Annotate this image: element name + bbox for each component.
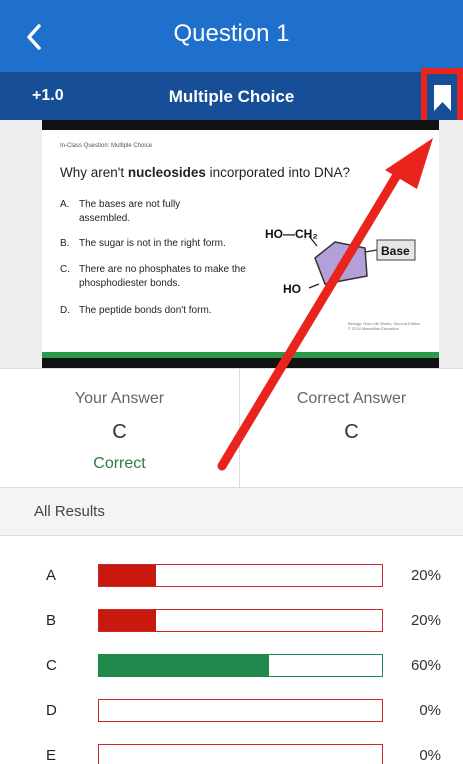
result-percent: 0% [419,702,441,719]
result-row: E 0% [0,743,463,764]
option-letter: C. [60,264,70,275]
answer-summary: Your Answer C Correct Correct Answer C [0,368,463,489]
result-letter: D [46,702,57,719]
result-percent: 20% [410,612,441,629]
slide-credit: Biology: How Life Works, Second Edition … [348,321,420,331]
result-letter: A [46,567,57,584]
your-answer-label: Your Answer [74,390,165,407]
result-bar [98,699,383,722]
correct-answer-value: C [344,421,359,443]
result-row: C 60% [0,653,463,681]
page-title: Question 1 [173,20,290,47]
result-percent: 60% [410,657,441,674]
option-letter: D. [60,305,70,316]
diagram-left-label: HO [283,282,301,296]
answer-status: Correct [93,455,146,472]
slide-option: C. There are no phosphates to make the ph… [60,263,254,291]
question-type: Multiple Choice [168,87,295,106]
question-slide-area: In-Class Question: Multiple Choice Why a… [0,120,463,368]
result-bar [98,609,383,632]
correct-answer-panel: Correct Answer C [240,369,463,489]
slide-label: In-Class Question: Multiple Choice [60,143,153,149]
result-row: D 0% [0,698,463,726]
slide-footer-stripe [42,352,439,358]
result-bar [98,564,383,587]
question-keyword: nucleosides [127,165,206,180]
credit-line: © 2016 Macmillan Education [348,326,399,331]
result-bar-fill [99,565,156,586]
correct-answer-label: Correct Answer [296,390,407,407]
diagram-top-label: HO—CH₂ [265,227,318,241]
results-header: All Results [0,488,463,536]
question-info-bar: +1.0 Multiple Choice [0,72,463,120]
option-letter: A. [60,199,70,210]
result-bar [98,744,383,764]
result-row: A 20% [0,563,463,591]
bookmark-icon [434,85,451,111]
result-row: B 20% [0,608,463,636]
option-text: There are no phosphates to make the phos… [79,264,246,289]
result-letter: E [46,747,57,764]
slide-option: D. The peptide bonds don't form. [60,304,269,318]
question-text-end: incorporated into DNA? [205,165,350,180]
result-bar-fill [99,610,156,631]
result-letter: C [46,657,57,674]
slide-option: A. The bases are not fully assembled. [60,198,209,226]
bookmark-button[interactable] [421,68,463,128]
result-percent: 0% [419,747,441,764]
option-letter: B. [60,238,70,249]
option-text: The bases are not fully assembled. [79,199,181,224]
option-text: The sugar is not in the right form. [79,238,226,249]
question-slide: In-Class Question: Multiple Choice Why a… [42,120,439,368]
top-bar: Question 1 [0,0,463,72]
result-bar-fill [99,655,269,676]
results-title: All Results [34,503,105,520]
diagram-base-label: Base [381,244,410,258]
question-text-start: Why aren't [60,165,128,180]
result-letter: B [46,612,57,629]
result-percent: 20% [410,567,441,584]
slide-question: Why aren't nucleosides incorporated into… [60,165,350,180]
sugar-diagram: HO—CH₂ HO Base [265,227,416,296]
slide-option: B. The sugar is not in the right form. [60,237,269,251]
option-text: The peptide bonds don't form. [79,305,212,316]
your-answer-panel: Your Answer C Correct [0,369,240,489]
result-bar [98,654,383,677]
your-answer-value: C [112,421,127,443]
